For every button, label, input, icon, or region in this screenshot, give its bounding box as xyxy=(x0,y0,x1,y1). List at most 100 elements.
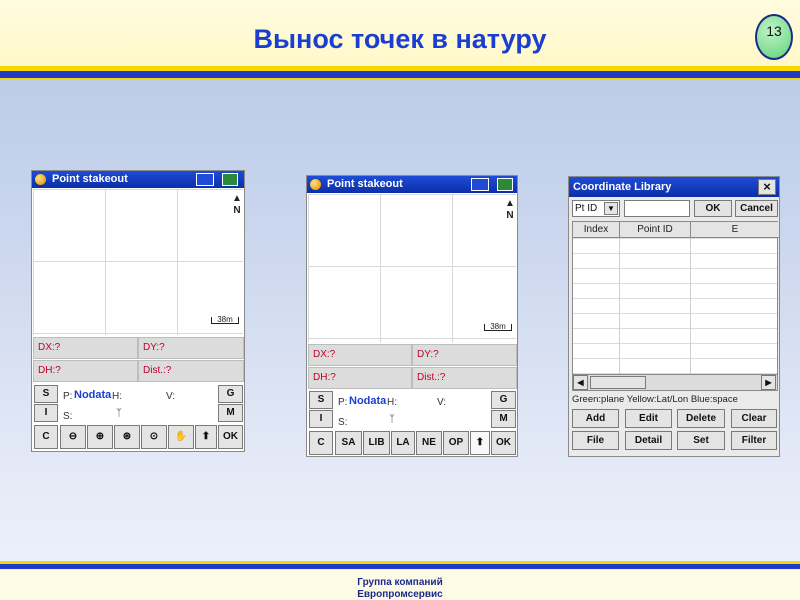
m-button[interactable]: M xyxy=(491,410,516,428)
column-header-point-id[interactable]: Point ID xyxy=(620,222,691,238)
window-title: Point stakeout xyxy=(327,178,403,190)
zoom-in-icon: ⊕ xyxy=(95,431,105,442)
app-icon xyxy=(35,174,46,185)
window-title: Coordinate Library xyxy=(573,181,672,193)
close-button[interactable]: × xyxy=(758,179,776,195)
la-button[interactable]: LA xyxy=(391,431,415,455)
p-label: P: xyxy=(338,397,348,408)
antenna-icon: ᛉ xyxy=(389,414,395,425)
title-band: Вынос точек в натуру xyxy=(0,0,800,66)
column-header-e[interactable]: E xyxy=(691,222,779,238)
sa-button[interactable]: SA xyxy=(335,431,362,455)
v-label: V: xyxy=(437,397,447,408)
footer-text: Группа компаний Европромсервис xyxy=(300,577,500,600)
s-button[interactable]: S xyxy=(34,385,58,403)
scale-bar: 38m xyxy=(211,316,239,324)
search-input[interactable] xyxy=(624,200,690,217)
i-button[interactable]: I xyxy=(34,404,58,422)
north-arrow-icon: ▲ xyxy=(505,198,515,209)
m-button[interactable]: M xyxy=(218,404,243,422)
antenna-icon: ᛉ xyxy=(116,408,122,419)
dist-field: Dist.:? xyxy=(412,367,517,389)
points-table[interactable]: Index Point ID E ◀ ▶ xyxy=(572,221,779,391)
ne-button[interactable]: NE xyxy=(416,431,442,455)
filter-select-value: Pt ID xyxy=(575,203,598,214)
up-arrow-button[interactable]: ⬆ xyxy=(195,425,217,449)
op-button[interactable]: OP xyxy=(443,431,469,455)
ok-button[interactable]: OK xyxy=(491,431,516,455)
ok-button[interactable]: OK xyxy=(218,425,243,449)
column-header-index[interactable]: Index xyxy=(573,222,620,238)
zoom-all-icon: ⊛ xyxy=(122,431,132,442)
i-button[interactable]: I xyxy=(309,410,333,428)
app-icon xyxy=(310,179,321,190)
zoom-all-button[interactable]: ⊛ xyxy=(114,425,140,449)
menu-icon[interactable] xyxy=(222,173,238,186)
g-button[interactable]: G xyxy=(491,391,516,409)
scroll-thumb[interactable] xyxy=(590,376,646,389)
point-value: Nodata xyxy=(74,389,112,401)
bottom-stripe-blue xyxy=(0,564,800,569)
window-title: Point stakeout xyxy=(52,173,128,185)
coordinate-library-window: Coordinate Library × Pt ID ▼ OK Cancel I… xyxy=(568,176,780,457)
dh-field: DH:? xyxy=(308,367,412,389)
keyboard-icon[interactable] xyxy=(471,178,489,191)
file-button[interactable]: File xyxy=(572,431,619,450)
page-number-badge: 13 xyxy=(755,14,793,60)
footer-line-2: Европромсервис xyxy=(357,589,443,600)
h-label: H: xyxy=(387,397,397,408)
filter-button[interactable]: Filter xyxy=(731,431,777,450)
up-arrow-icon: ⬆ xyxy=(201,431,211,442)
north-label: N xyxy=(506,210,514,221)
point-stakeout-window-1: Point stakeout ▲ N 38m DX:? DY:? DH:? Di… xyxy=(31,170,245,452)
s-label: S: xyxy=(338,417,348,428)
up-arrow-button[interactable]: ⬆ xyxy=(470,431,490,455)
dist-field: Dist.:? xyxy=(138,360,244,382)
pan-hand-icon: ✋ xyxy=(174,431,188,442)
g-button[interactable]: G xyxy=(218,385,243,403)
p-label: P: xyxy=(63,391,73,402)
ok-button[interactable]: OK xyxy=(694,200,732,217)
zoom-window-button[interactable]: ⊙ xyxy=(141,425,167,449)
close-icon: × xyxy=(763,179,771,194)
top-stripe-yellow2 xyxy=(0,78,800,80)
north-label: N xyxy=(233,205,241,216)
titlebar: Coordinate Library xyxy=(569,177,779,197)
column-divider xyxy=(619,238,620,374)
cancel-button[interactable]: Cancel xyxy=(735,200,778,217)
detail-button[interactable]: Detail xyxy=(625,431,672,450)
dy-field: DY:? xyxy=(412,344,517,366)
point-stakeout-window-2: Point stakeout ▲ N 38m DX:? DY:? DH:? Di… xyxy=(306,175,518,457)
delete-button[interactable]: Delete xyxy=(677,409,725,428)
add-button[interactable]: Add xyxy=(572,409,619,428)
v-label: V: xyxy=(166,391,176,402)
zoom-in-button[interactable]: ⊕ xyxy=(87,425,113,449)
edit-button[interactable]: Edit xyxy=(625,409,672,428)
point-value: Nodata xyxy=(349,395,387,407)
set-button[interactable]: Set xyxy=(677,431,725,450)
stakeout-map[interactable]: ▲ N 38m xyxy=(308,194,516,342)
scroll-left-icon[interactable]: ◀ xyxy=(573,375,588,390)
menu-icon[interactable] xyxy=(497,178,513,191)
filter-select[interactable]: Pt ID ▼ xyxy=(572,200,620,217)
color-legend: Green:plane Yellow:Lat/Lon Blue:space xyxy=(572,394,738,405)
dy-field: DY:? xyxy=(138,337,244,359)
stakeout-map[interactable]: ▲ N 38m xyxy=(33,189,243,335)
s-button[interactable]: S xyxy=(309,391,333,409)
c-button[interactable]: C xyxy=(34,425,58,449)
h-label: H: xyxy=(112,391,122,402)
zoom-out-button[interactable]: ⊖ xyxy=(60,425,86,449)
zoom-out-icon: ⊖ xyxy=(68,431,78,442)
pan-button[interactable]: ✋ xyxy=(168,425,194,449)
clear-button[interactable]: Clear xyxy=(731,409,777,428)
horizontal-scrollbar[interactable]: ◀ ▶ xyxy=(573,374,777,390)
lib-button[interactable]: LIB xyxy=(363,431,390,455)
keyboard-icon[interactable] xyxy=(196,173,214,186)
zoom-window-icon: ⊙ xyxy=(149,431,159,442)
scroll-right-icon[interactable]: ▶ xyxy=(761,375,776,390)
slide-title: Вынос точек в натуру xyxy=(253,24,547,54)
column-divider xyxy=(690,238,691,374)
dh-field: DH:? xyxy=(33,360,138,382)
chevron-down-icon: ▼ xyxy=(604,202,618,215)
c-button[interactable]: C xyxy=(309,431,333,455)
